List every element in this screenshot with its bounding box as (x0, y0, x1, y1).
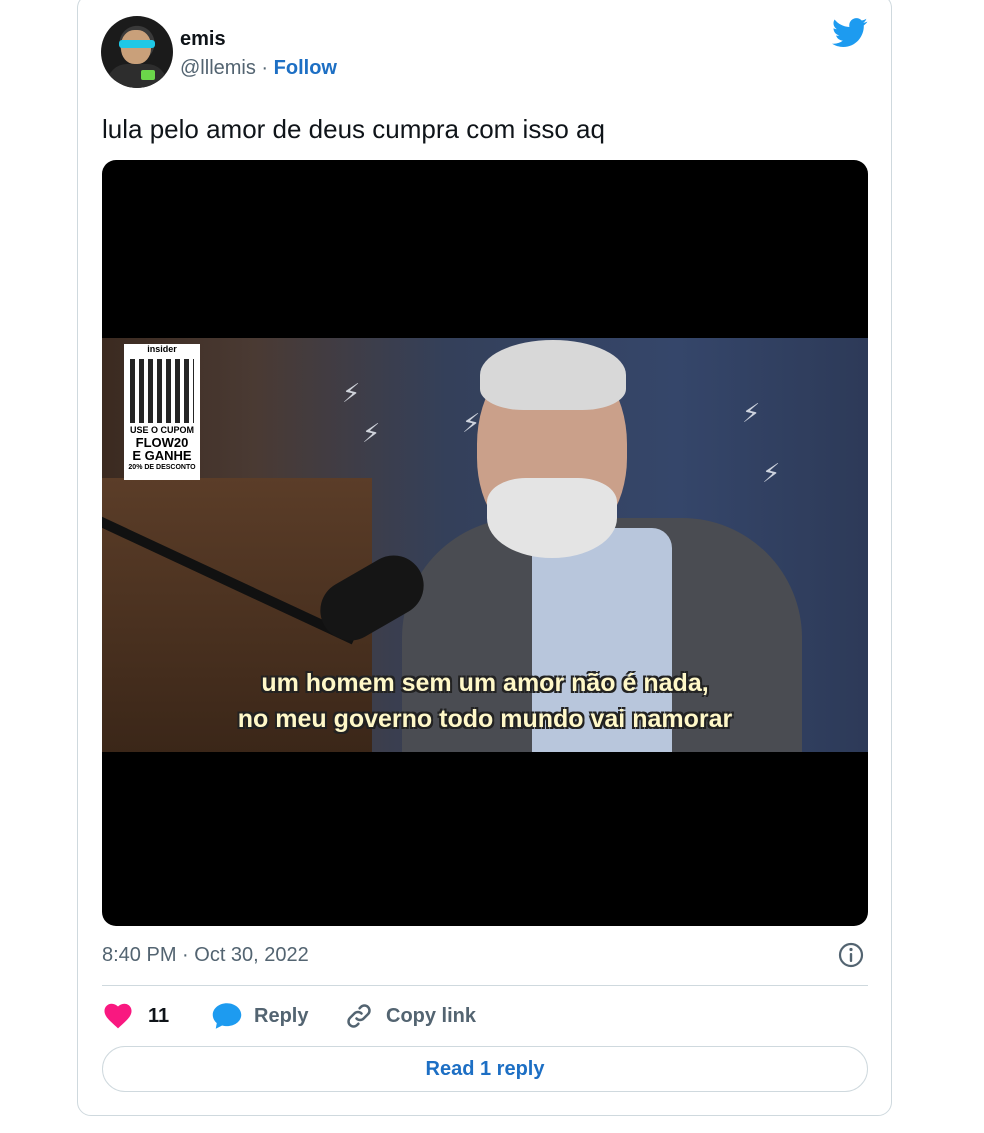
tweet-media-image[interactable]: ⚡ ⚡ ⚡ ⚡ ⚡ ⚡ insider USE O CUPOM FLOW20 E… (102, 160, 868, 926)
like-button[interactable]: 11 (104, 1000, 169, 1032)
author-display-name[interactable]: emis (180, 27, 226, 51)
author-handle[interactable]: @lllemis (180, 57, 256, 79)
video-subtitle-line2: no meu governo todo mundo vai namorar (237, 705, 733, 733)
copy-link-label: Copy link (386, 1004, 477, 1027)
like-count: 11 (148, 1004, 170, 1027)
reply-label: Reply (254, 1004, 309, 1027)
tweet-timestamp[interactable]: 8:40 PM · Oct 30, 2022 (102, 942, 309, 968)
video-subtitle-line1: um homem sem um amor não é nada, (261, 669, 709, 697)
avatar[interactable] (101, 16, 173, 88)
heart-icon (104, 1003, 132, 1029)
promo-qr-badge: insider USE O CUPOM FLOW20 E GANHE 20% D… (124, 344, 200, 480)
follow-button[interactable]: Follow (274, 57, 337, 79)
info-icon[interactable] (837, 941, 865, 969)
reply-button[interactable]: Reply (212, 1000, 308, 1032)
link-icon (347, 1004, 371, 1028)
copy-link-button[interactable]: Copy link (344, 1000, 476, 1032)
reply-bubble-icon (212, 1003, 242, 1029)
tweet-text: lula pelo amor de deus cumpra com isso a… (102, 114, 605, 144)
promo-brand: insider (147, 344, 177, 354)
video-frame: ⚡ ⚡ ⚡ ⚡ ⚡ ⚡ insider USE O CUPOM FLOW20 E… (102, 338, 868, 752)
twitter-bird-icon[interactable] (832, 18, 868, 48)
promo-code2: E GANHE (132, 448, 192, 463)
divider (102, 985, 868, 986)
qr-code-icon (130, 359, 194, 423)
author-handle-row: @lllemis · Follow (180, 56, 337, 80)
read-replies-button[interactable]: Read 1 reply (102, 1046, 868, 1092)
promo-line2: 20% DE DESCONTO (128, 464, 196, 471)
handle-separator: · (255, 57, 274, 79)
